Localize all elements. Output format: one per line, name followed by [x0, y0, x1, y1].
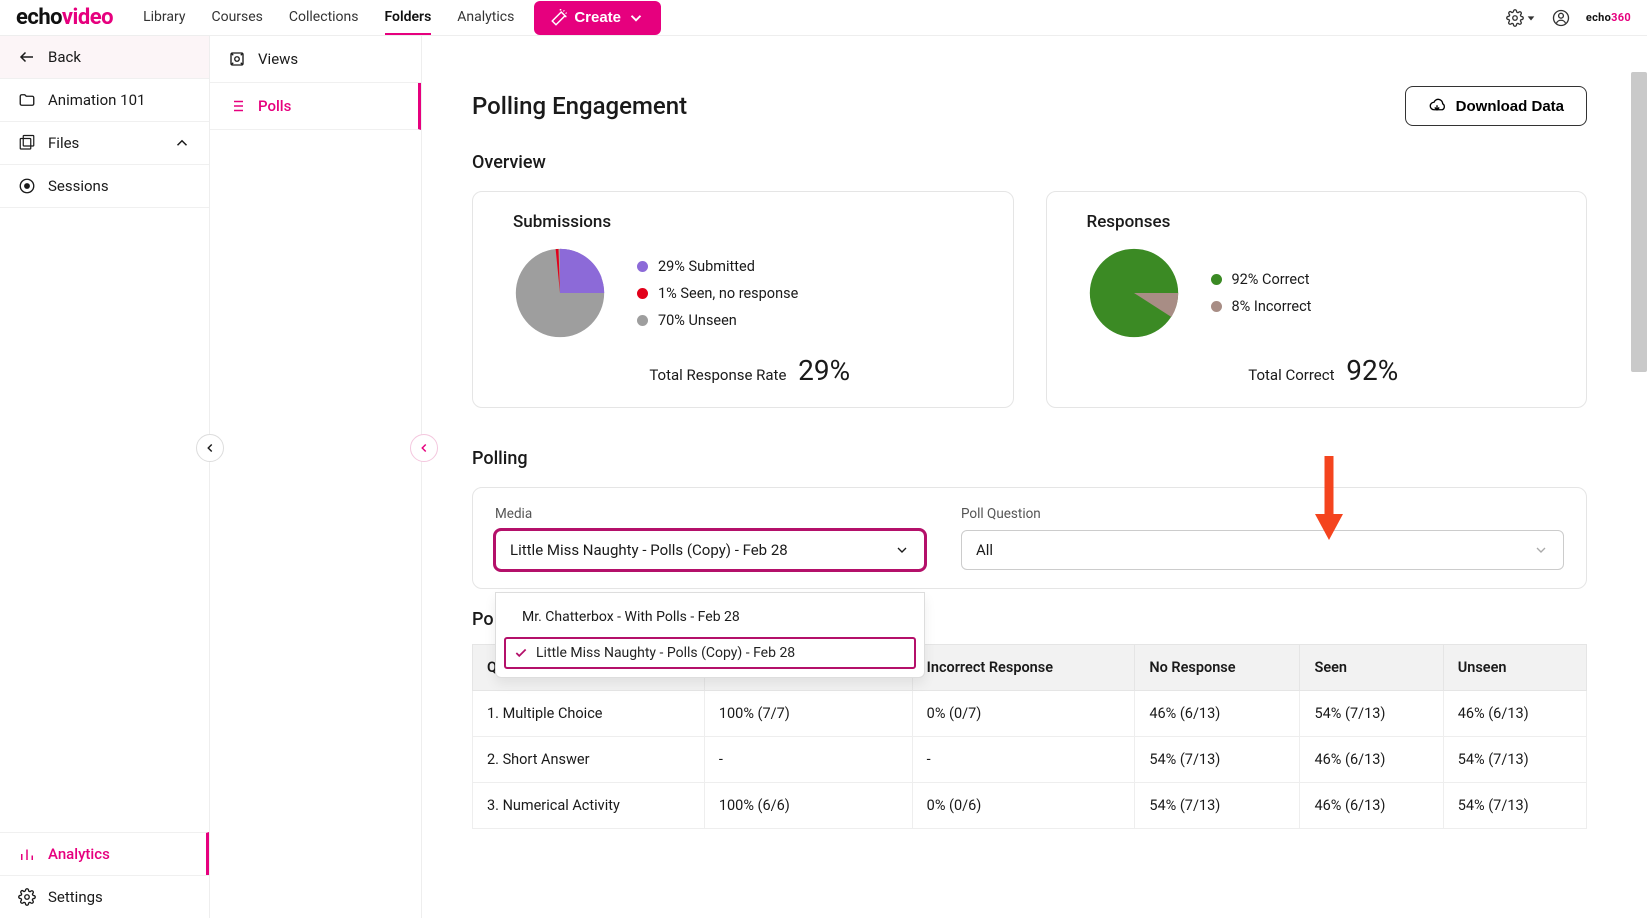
chevron-up-icon — [173, 134, 191, 152]
profile-icon[interactable] — [1552, 9, 1570, 27]
submissions-footer-value: 29% — [798, 354, 850, 387]
sidebar-back[interactable]: Back — [0, 36, 209, 79]
media-dropdown: Mr. Chatterbox - With Polls - Feb 28 Lit… — [495, 592, 925, 678]
logo[interactable]: echovideo — [16, 5, 113, 30]
legend-incorrect: 8% Incorrect — [1211, 298, 1312, 315]
sidebar-back-label: Back — [48, 48, 81, 66]
sidebar2-views[interactable]: Views — [210, 36, 421, 83]
logo-part1: echo — [16, 5, 62, 30]
poll-question-label: Poll Question — [961, 506, 1564, 522]
annotation-arrow-icon — [1309, 452, 1349, 542]
sidebar-animation-label: Animation 101 — [48, 91, 145, 109]
files-icon — [18, 134, 36, 152]
th-unseen: Unseen — [1443, 645, 1586, 691]
sidebar-animation[interactable]: Animation 101 — [0, 79, 209, 122]
chevron-down-icon — [894, 542, 910, 558]
dot-icon — [1211, 301, 1222, 312]
poll-question-value: All — [976, 541, 993, 559]
responses-title: Responses — [1087, 212, 1561, 232]
nav-library[interactable]: Library — [143, 1, 185, 35]
dot-icon — [637, 315, 648, 326]
sidebar-sessions-label: Sessions — [48, 177, 109, 195]
dot-icon — [1211, 274, 1222, 285]
views-icon — [228, 50, 246, 68]
cloud-download-icon — [1428, 97, 1446, 115]
th-noresponse: No Response — [1135, 645, 1300, 691]
logo-part2: video — [62, 5, 113, 30]
chevron-down-icon — [627, 9, 645, 27]
submissions-pie — [513, 246, 607, 340]
nav-folders[interactable]: Folders — [385, 1, 432, 35]
top-nav: Library Courses Collections Folders Anal… — [143, 1, 514, 35]
sidebar2-polls-label: Polls — [258, 97, 291, 115]
legend-correct: 92% Correct — [1211, 271, 1312, 288]
sidebar-sessions[interactable]: Sessions — [0, 165, 209, 208]
nav-analytics[interactable]: Analytics — [457, 1, 514, 35]
poll-question-select[interactable]: All — [961, 530, 1564, 570]
nav-collections[interactable]: Collections — [289, 1, 359, 35]
download-data-button[interactable]: Download Data — [1405, 86, 1587, 126]
media-select[interactable]: Little Miss Naughty - Polls (Copy) - Feb… — [495, 530, 925, 570]
sidebar2-views-label: Views — [258, 50, 298, 68]
gear-icon — [18, 888, 36, 906]
responses-footer-value: 92% — [1346, 354, 1398, 387]
polls-icon — [228, 97, 246, 115]
filter-box: Media Little Miss Naughty - Polls (Copy)… — [472, 487, 1587, 589]
sidebar2-polls[interactable]: Polls — [210, 83, 421, 130]
th-incorrect: Incorrect Response — [912, 645, 1135, 691]
table-row: 3. Numerical Activity 100% (6/6) 0% (0/6… — [473, 783, 1587, 829]
media-option-0[interactable]: Mr. Chatterbox - With Polls - Feb 28 — [496, 599, 924, 635]
dot-icon — [637, 261, 648, 272]
sidebar-primary: Back Animation 101 Files Sessions Analyt… — [0, 36, 210, 918]
dot-icon — [637, 288, 648, 299]
overview-heading: Overview — [472, 152, 1587, 173]
sidebar-analytics[interactable]: Analytics — [0, 832, 209, 875]
legend-seen-noresp: 1% Seen, no response — [637, 285, 798, 302]
brand-small: echo360 — [1586, 11, 1631, 24]
arrow-left-icon — [18, 48, 36, 66]
download-label: Download Data — [1456, 98, 1564, 115]
sidebar-files[interactable]: Files — [0, 122, 209, 165]
sidebar-settings[interactable]: Settings — [0, 875, 209, 918]
magic-wand-icon — [550, 9, 568, 27]
chevron-left-icon — [203, 441, 217, 455]
analytics-icon — [18, 845, 36, 863]
create-button[interactable]: Create — [534, 1, 661, 35]
chevron-left-icon — [417, 441, 431, 455]
sidebar-secondary: Views Polls — [210, 36, 422, 918]
th-seen: Seen — [1300, 645, 1443, 691]
page-title: Polling Engagement — [472, 92, 687, 120]
polling-heading: Polling — [472, 448, 1587, 469]
collapse-sidebar2[interactable] — [410, 434, 438, 462]
nav-courses[interactable]: Courses — [211, 1, 262, 35]
scrollbar[interactable] — [1631, 72, 1647, 372]
collapse-sidebar1[interactable] — [196, 434, 224, 462]
responses-pie — [1087, 246, 1181, 340]
table-row: 2. Short Answer - - 54% (7/13) 46% (6/13… — [473, 737, 1587, 783]
media-value: Little Miss Naughty - Polls (Copy) - Feb… — [510, 541, 788, 559]
folder-icon — [18, 91, 36, 109]
table-row: 1. Multiple Choice 100% (7/7) 0% (0/7) 4… — [473, 691, 1587, 737]
submissions-title: Submissions — [513, 212, 987, 232]
responses-footer-label: Total Correct — [1248, 366, 1334, 384]
sidebar-files-label: Files — [48, 134, 79, 152]
create-label: Create — [574, 9, 621, 26]
sidebar-settings-label: Settings — [48, 888, 103, 906]
media-label: Media — [495, 506, 925, 522]
check-icon — [514, 646, 528, 660]
sidebar-analytics-label: Analytics — [48, 845, 110, 863]
settings-gear-icon[interactable] — [1506, 9, 1536, 27]
submissions-footer-label: Total Response Rate — [649, 366, 786, 384]
chevron-down-icon — [1533, 542, 1549, 558]
legend-unseen: 70% Unseen — [637, 312, 798, 329]
media-option-1[interactable]: Little Miss Naughty - Polls (Copy) - Feb… — [502, 635, 918, 671]
submissions-card: Submissions 29% Subm — [472, 191, 1014, 408]
legend-submitted: 29% Submitted — [637, 258, 798, 275]
responses-card: Responses 92% Correct — [1046, 191, 1588, 408]
sessions-icon — [18, 177, 36, 195]
